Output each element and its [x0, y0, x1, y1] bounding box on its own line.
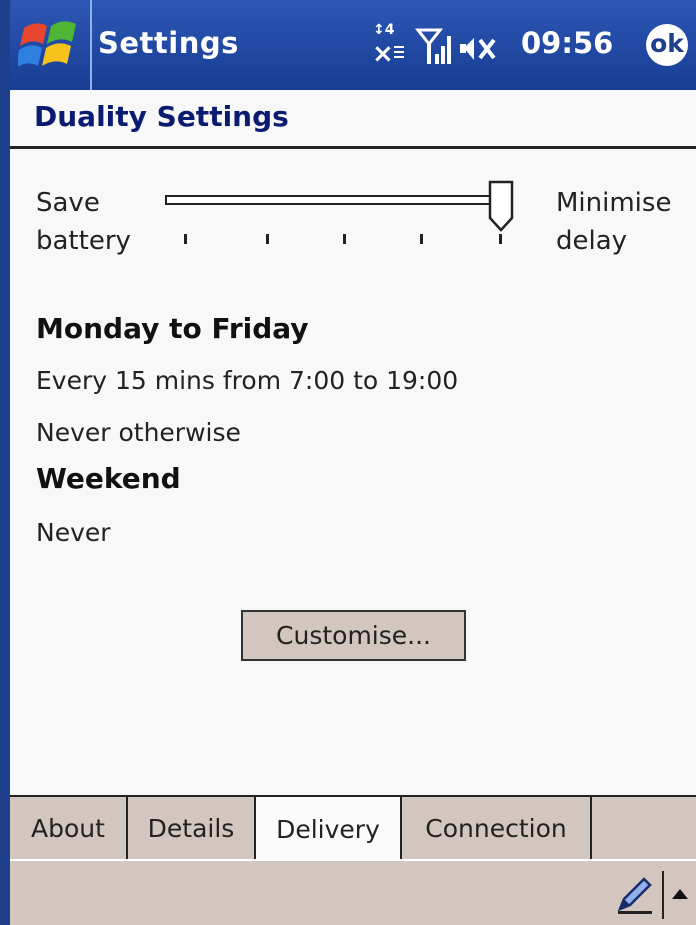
weekend-heading: Weekend	[36, 462, 181, 495]
header-divider	[10, 146, 696, 149]
sip-separator	[662, 871, 664, 919]
settings-screen: Settings ↕4 × 09:56 ok Duality Settings …	[10, 0, 696, 925]
ok-button[interactable]: ok	[646, 24, 688, 66]
slider-min-label-line2: battery	[36, 226, 131, 256]
slider-tick	[266, 234, 269, 244]
weekday-otherwise: Never otherwise	[36, 418, 241, 447]
delivery-slider[interactable]	[160, 174, 530, 254]
customise-button[interactable]: Customise...	[241, 610, 466, 661]
clock[interactable]: 09:56	[521, 26, 613, 60]
slider-min-label: Save battery	[36, 184, 131, 260]
tab-connection[interactable]: Connection	[402, 797, 592, 859]
tab-details[interactable]: Details	[128, 797, 256, 859]
slider-tick	[343, 234, 346, 244]
connectivity-icon: ↕4 ×	[372, 22, 404, 69]
tab-delivery[interactable]: Delivery	[254, 795, 402, 859]
status-icons[interactable]: ↕4 ×	[360, 18, 510, 74]
title-bar: Settings ↕4 × 09:56 ok	[10, 0, 696, 90]
slider-max-label-line2: delay	[556, 226, 628, 256]
tab-about[interactable]: About	[10, 797, 128, 859]
slider-tick	[420, 234, 423, 244]
svg-text:↕4: ↕4	[373, 22, 395, 38]
slider-max-label: Minimise delay	[556, 184, 671, 260]
menu-bar	[10, 859, 696, 925]
volume-muted-icon	[460, 38, 496, 60]
page-title: Duality Settings	[34, 100, 289, 133]
slider-ticks	[184, 234, 502, 244]
tab-bar: About Details Delivery Connection	[10, 795, 696, 859]
slider-max-label-line1: Minimise	[556, 188, 672, 218]
weekday-rule: Every 15 mins from 7:00 to 19:00	[36, 366, 459, 395]
slider-min-label-line1: Save	[36, 188, 100, 218]
signal-icon	[414, 28, 451, 64]
weekend-rule: Never	[36, 518, 111, 547]
slider-thumb	[488, 180, 514, 232]
svg-text:×: ×	[372, 39, 394, 69]
weekday-heading: Monday to Friday	[36, 312, 309, 345]
pen-input-icon[interactable]	[614, 875, 654, 915]
title-separator	[90, 0, 92, 90]
sip-arrow-up-icon[interactable]	[670, 885, 690, 901]
app-title: Settings	[98, 26, 239, 60]
slider-tick	[184, 234, 187, 244]
slider-track	[165, 195, 503, 205]
slider-tick	[499, 234, 502, 244]
windows-start-icon[interactable]	[18, 16, 80, 76]
